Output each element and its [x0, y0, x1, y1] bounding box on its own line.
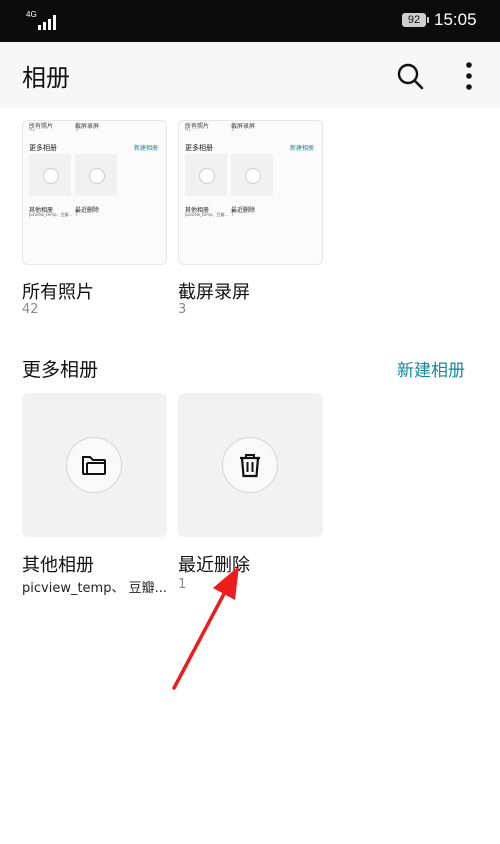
annotation-arrow [172, 566, 239, 690]
